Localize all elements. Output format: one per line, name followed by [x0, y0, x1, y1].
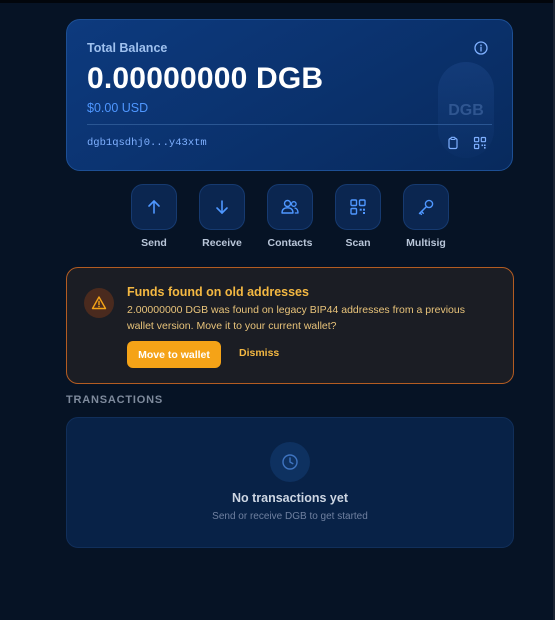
alert-description: 2.00000000 DGB was found on legacy BIP44… [127, 304, 465, 332]
balance-fiat: $0.00 USD [87, 101, 149, 115]
key-icon [418, 199, 434, 216]
dgb-watermark-text: DGB [448, 102, 484, 119]
scan-button[interactable] [335, 184, 381, 230]
empty-title: No transactions yet [231, 491, 348, 505]
send-button[interactable] [131, 184, 177, 230]
scan-icon [350, 199, 366, 215]
send-action[interactable]: Send [124, 184, 184, 249]
transactions-heading: TRANSACTIONS [66, 394, 163, 406]
warning-icon-badge [84, 288, 114, 318]
arrow-up-icon [148, 200, 160, 214]
empty-subtitle: Send or receive DGB to get started [212, 511, 368, 522]
contacts-button[interactable] [267, 184, 313, 230]
dismiss-button[interactable]: Dismiss [239, 347, 279, 359]
receive-button[interactable] [199, 184, 245, 230]
copy-icon[interactable] [446, 136, 460, 150]
multisig-button[interactable] [403, 184, 449, 230]
contacts-label: Contacts [267, 237, 313, 249]
move-to-wallet-button[interactable]: Move to wallet [127, 341, 221, 368]
receive-action[interactable]: Receive [192, 184, 252, 249]
balance-card: DGB Total Balance 0.00000000 DGB $0.00 U… [66, 19, 513, 171]
balance-divider [87, 124, 492, 125]
wallet-address[interactable]: dgb1qsdhj0...y43xtm [87, 137, 207, 149]
alert-title: Funds found on old addresses [127, 285, 309, 299]
top-edge [0, 0, 555, 3]
scan-action[interactable]: Scan [328, 184, 388, 249]
contacts-icon [281, 199, 299, 214]
scan-label: Scan [345, 237, 371, 249]
multisig-label: Multisig [406, 237, 446, 249]
receive-label: Receive [202, 237, 242, 249]
arrow-down-icon [216, 200, 228, 214]
contacts-action[interactable]: Contacts [260, 184, 320, 249]
balance-label: Total Balance [87, 41, 168, 55]
clock-icon-badge [270, 442, 310, 482]
qr-code-icon[interactable] [473, 136, 487, 150]
balance-amount: 0.00000000 DGB [87, 62, 324, 95]
warning-icon [91, 296, 107, 310]
transactions-empty-state: No transactions yet Send or receive DGB … [66, 417, 514, 548]
send-label: Send [141, 237, 167, 249]
multisig-action[interactable]: Multisig [396, 184, 456, 249]
legacy-funds-alert: Funds found on old addresses 2.00000000 … [66, 267, 514, 384]
info-icon[interactable] [474, 41, 488, 55]
wallet-screen: DGB Total Balance 0.00000000 DGB $0.00 U… [0, 0, 555, 620]
clock-icon [282, 454, 298, 470]
